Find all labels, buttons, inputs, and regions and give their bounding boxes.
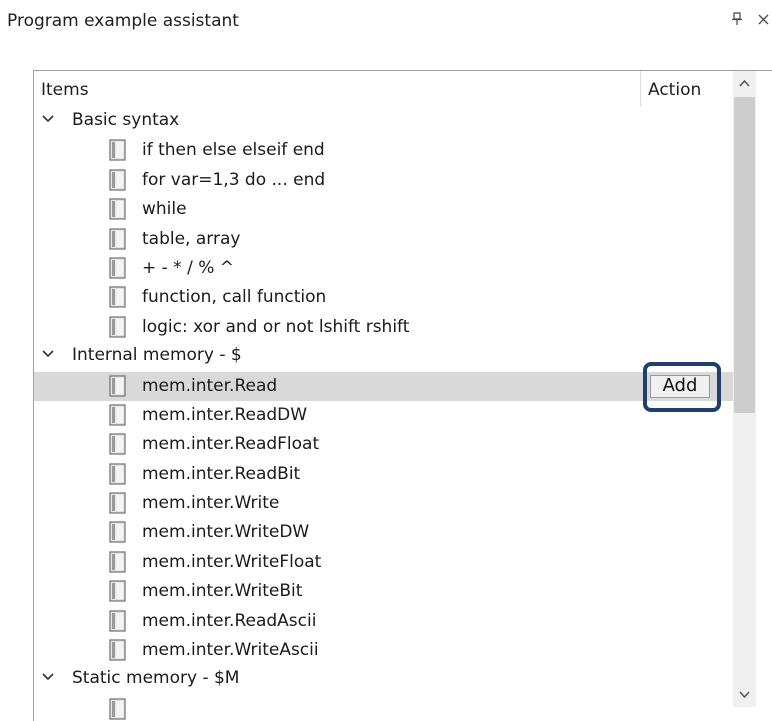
tree-item-label: for var=1,3 do ... end — [142, 169, 326, 190]
document-icon — [107, 521, 129, 544]
document-icon — [107, 492, 129, 515]
document-icon — [107, 404, 129, 427]
panel-title: Program example assistant — [7, 11, 239, 31]
tree-item-row[interactable]: logic: xor and or not lshift rshift — [34, 313, 734, 342]
document-icon — [107, 316, 129, 339]
document-icon — [107, 639, 129, 662]
tree-item-row[interactable]: mem.inter.Read Add — [34, 371, 734, 401]
tree-item-row[interactable]: if then else elseif end — [34, 136, 734, 165]
document-icon — [107, 580, 129, 603]
tree-item-row[interactable]: + - * / % ^ — [34, 254, 734, 283]
tree-category-label: Static memory - $M — [72, 668, 240, 689]
column-header-items[interactable]: Items — [41, 80, 89, 100]
add-button[interactable]: Add — [650, 374, 710, 398]
tree-item-label: mem.inter.ReadAscii — [142, 610, 317, 631]
tree-item-row[interactable]: mem.inter.ReadBit — [34, 460, 734, 489]
tree-item-row[interactable]: mem.inter.ReadDW — [34, 401, 734, 430]
tree-category-row[interactable]: Internal memory - $ — [34, 342, 734, 371]
scroll-up-arrow-icon[interactable] — [733, 71, 756, 97]
close-icon[interactable] — [757, 12, 769, 30]
tree-item-row[interactable]: mem.inter.WriteBit — [34, 577, 734, 606]
scroll-down-arrow-icon[interactable] — [733, 681, 756, 707]
tree-item-label: mem.inter.ReadFloat — [142, 434, 320, 455]
tree-item-label: table, array — [142, 228, 241, 249]
tree-item-row[interactable]: mem.inter.WriteFloat — [34, 548, 734, 577]
tree-item-label: logic: xor and or not lshift rshift — [142, 316, 410, 337]
tree-item-label: mem.inter.Write — [142, 493, 280, 514]
tree-item-row[interactable]: for var=1,3 do ... end — [34, 166, 734, 195]
chevron-down-icon[interactable] — [40, 344, 56, 364]
tree-item-row[interactable]: mem.inter.WriteAscii — [34, 636, 734, 665]
document-icon — [107, 257, 129, 280]
pin-icon[interactable] — [731, 12, 743, 30]
tree-item-label: mem.inter.ReadBit — [142, 463, 301, 484]
document-icon — [107, 286, 129, 309]
tree-category-label: Internal memory - $ — [72, 345, 242, 366]
column-headers: Items Action — [34, 71, 734, 107]
document-icon — [107, 139, 129, 162]
tree-item-row[interactable]: mem.inter.WriteDW — [34, 518, 734, 547]
panel-header: Program example assistant — [0, 0, 772, 44]
tree-view[interactable]: Items Action Basic syntax if then else el… — [33, 70, 772, 721]
tree-item-row[interactable]: mem.inter.ReadAscii — [34, 607, 734, 636]
tree-category-row[interactable]: Basic syntax — [34, 107, 734, 136]
document-icon — [107, 551, 129, 574]
tree-item-row[interactable]: function, call function — [34, 283, 734, 312]
document-icon — [107, 198, 129, 221]
tree-item-row[interactable]: mem.inter.Write — [34, 489, 734, 518]
tree-item-label: while — [142, 199, 187, 220]
document-icon — [107, 610, 129, 633]
tree-item-label: mem.inter.WriteDW — [142, 522, 310, 543]
document-icon — [107, 374, 129, 398]
tree-item-row[interactable]: mem.inter.ReadFloat — [34, 430, 734, 459]
document-icon — [107, 463, 129, 486]
tree-category-row[interactable]: Static memory - $M — [34, 665, 734, 694]
tree-item-label: if then else elseif end — [142, 140, 325, 161]
tree-item-label: mem.inter.WriteBit — [142, 581, 303, 602]
tree-item-row[interactable]: table, array — [34, 225, 734, 254]
document-icon — [107, 433, 129, 456]
document-icon — [107, 169, 129, 192]
chevron-down-icon[interactable] — [40, 109, 56, 129]
tree-rows: Basic syntax if then else elseif end for v… — [34, 107, 734, 721]
tree-item-label: mem.inter.Read — [142, 375, 278, 396]
tree-item-label: mem.inter.WriteAscii — [142, 640, 319, 661]
chevron-down-icon[interactable] — [40, 667, 56, 687]
tree-category-label: Basic syntax — [72, 110, 180, 130]
document-icon — [107, 698, 129, 721]
tree-item-row[interactable] — [34, 695, 734, 721]
scrollbar-thumb[interactable] — [734, 97, 755, 413]
vertical-scrollbar[interactable] — [733, 71, 756, 707]
tree-item-label: + - * / % ^ — [142, 257, 235, 278]
column-header-action[interactable]: Action — [648, 80, 701, 100]
column-separator[interactable] — [640, 71, 641, 107]
tree-item-label: function, call function — [142, 287, 327, 308]
tree-item-label: mem.inter.ReadDW — [142, 404, 308, 425]
tree-item-row[interactable]: while — [34, 195, 734, 224]
tree-item-label: mem.inter.WriteFloat — [142, 551, 322, 572]
document-icon — [107, 227, 129, 251]
